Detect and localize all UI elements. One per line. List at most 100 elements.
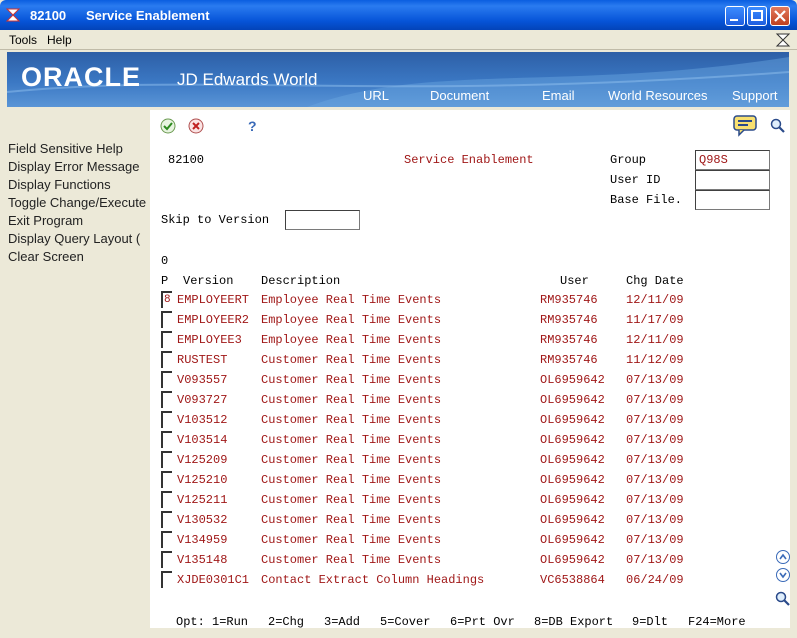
exit-menu: Field Sensitive Help Display Error Messa… xyxy=(0,110,150,638)
check-icon[interactable] xyxy=(160,118,176,134)
row-select-input[interactable] xyxy=(161,551,172,568)
cell-description: Customer Real Time Events xyxy=(261,433,442,447)
chat-icon[interactable] xyxy=(733,115,757,137)
row-select-input[interactable] xyxy=(161,471,172,488)
basefile-input[interactable] xyxy=(695,190,770,210)
table-row[interactable]: V130532 Customer Real Time Events OL6959… xyxy=(150,510,790,530)
cell-chg-date: 07/13/09 xyxy=(626,413,684,427)
nav-support[interactable]: Support xyxy=(732,88,778,103)
cell-user: RM935746 xyxy=(540,333,598,347)
cell-chg-date: 07/13/09 xyxy=(626,473,684,487)
option-field[interactable]: 0 xyxy=(161,254,168,268)
exit-display-functions[interactable]: Display Functions xyxy=(8,177,150,192)
cell-user: OL6959642 xyxy=(540,533,605,547)
svg-text:?: ? xyxy=(248,118,257,134)
table-row[interactable]: V103512 Customer Real Time Events OL6959… xyxy=(150,410,790,430)
help-icon[interactable]: ? xyxy=(244,118,260,134)
scroll-up-icon[interactable] xyxy=(775,549,791,565)
skip-to-version-label: Skip to Version xyxy=(161,213,270,227)
table-row[interactable]: 8 EMPLOYEERT Employee Real Time Events R… xyxy=(150,290,790,310)
group-label: Group xyxy=(610,153,647,167)
table-row[interactable]: V093727 Customer Real Time Events OL6959… xyxy=(150,390,790,410)
minimize-button[interactable] xyxy=(725,6,745,26)
table-row[interactable]: EMPLOYEE3 Employee Real Time Events RM93… xyxy=(150,330,790,350)
cell-version: RUSTEST xyxy=(177,353,228,367)
basefile-label: Base File. xyxy=(610,193,683,207)
cell-chg-date: 07/13/09 xyxy=(626,433,684,447)
cell-version: V134959 xyxy=(177,533,228,547)
cancel-icon[interactable] xyxy=(188,118,204,134)
table-row[interactable]: V135148 Customer Real Time Events OL6959… xyxy=(150,550,790,570)
table-row[interactable]: V103514 Customer Real Time Events OL6959… xyxy=(150,430,790,450)
skip-to-version-input[interactable] xyxy=(285,210,360,230)
app-icon[interactable] xyxy=(5,7,21,23)
cell-chg-date: 07/13/09 xyxy=(626,373,684,387)
cell-description: Employee Real Time Events xyxy=(261,333,442,347)
table-row[interactable]: V125211 Customer Real Time Events OL6959… xyxy=(150,490,790,510)
nav-email[interactable]: Email xyxy=(542,88,575,103)
nav-url[interactable]: URL xyxy=(363,88,389,103)
cell-description: Customer Real Time Events xyxy=(261,453,442,467)
cell-description: Customer Real Time Events xyxy=(261,353,442,367)
exit-toggle-change-execute[interactable]: Toggle Change/Execute xyxy=(8,195,150,210)
table-row[interactable]: V125210 Customer Real Time Events OL6959… xyxy=(150,470,790,490)
menu-help[interactable]: Help xyxy=(47,33,72,47)
exit-display-error-message[interactable]: Display Error Message xyxy=(8,159,150,174)
cell-chg-date: 07/13/09 xyxy=(626,453,684,467)
menu-tools[interactable]: Tools xyxy=(9,33,37,47)
jde-logo-icon[interactable] xyxy=(775,32,791,48)
cell-user: OL6959642 xyxy=(540,553,605,567)
row-select-input[interactable] xyxy=(161,571,172,588)
row-select-input[interactable]: 8 xyxy=(161,291,172,308)
cell-user: OL6959642 xyxy=(540,513,605,527)
form-title: Service Enablement xyxy=(404,153,534,167)
cell-description: Customer Real Time Events xyxy=(261,493,442,507)
cell-version: V093727 xyxy=(177,393,228,407)
row-select-input[interactable] xyxy=(161,511,172,528)
cell-version: V093557 xyxy=(177,373,228,387)
nav-document[interactable]: Document xyxy=(430,88,489,103)
maximize-icon xyxy=(751,10,763,21)
status-bar xyxy=(150,628,790,638)
nav-world-resources[interactable]: World Resources xyxy=(608,88,707,103)
oracle-banner: ORACLE JD Edwards World URL Document Ema… xyxy=(7,52,789,107)
cell-version: XJDE0301C1 xyxy=(177,573,250,587)
row-select-input[interactable] xyxy=(161,451,172,468)
exit-display-query-layout[interactable]: Display Query Layout ( xyxy=(8,231,150,246)
row-select-input[interactable] xyxy=(161,431,172,448)
exit-clear-screen[interactable]: Clear Screen xyxy=(8,249,150,264)
table-row[interactable]: RUSTEST Customer Real Time Events RM9357… xyxy=(150,350,790,370)
search-icon[interactable] xyxy=(775,591,791,607)
cell-description: Employee Real Time Events xyxy=(261,313,442,327)
row-select-input[interactable] xyxy=(161,311,172,328)
userid-input[interactable] xyxy=(695,170,770,190)
row-select-input[interactable] xyxy=(161,371,172,388)
option-db-export: 8=DB Export xyxy=(534,615,614,629)
table-row[interactable]: V125209 Customer Real Time Events OL6959… xyxy=(150,450,790,470)
cell-chg-date: 11/17/09 xyxy=(626,313,684,327)
row-select-input[interactable] xyxy=(161,491,172,508)
row-select-input[interactable] xyxy=(161,531,172,548)
exit-field-sensitive-help[interactable]: Field Sensitive Help xyxy=(8,141,150,156)
group-input[interactable]: Q98S xyxy=(695,150,770,170)
cell-version: V125210 xyxy=(177,473,228,487)
option-add: 3=Add xyxy=(324,615,361,629)
magnifier-icon[interactable] xyxy=(770,118,786,134)
table-row[interactable]: V134959 Customer Real Time Events OL6959… xyxy=(150,530,790,550)
cell-chg-date: 12/11/09 xyxy=(626,333,684,347)
maximize-button[interactable] xyxy=(747,6,767,26)
row-select-input[interactable] xyxy=(161,331,172,348)
option-chg: 2=Chg xyxy=(268,615,305,629)
row-select-input[interactable] xyxy=(161,391,172,408)
table-row[interactable]: V093557 Customer Real Time Events OL6959… xyxy=(150,370,790,390)
exit-exit-program[interactable]: Exit Program xyxy=(8,213,150,228)
close-button[interactable] xyxy=(770,6,790,26)
userid-label: User ID xyxy=(610,173,661,187)
cell-chg-date: 07/13/09 xyxy=(626,393,684,407)
row-select-input[interactable] xyxy=(161,411,172,428)
table-row[interactable]: XJDE0301C1 Contact Extract Column Headin… xyxy=(150,570,790,590)
row-select-input[interactable] xyxy=(161,351,172,368)
table-row[interactable]: EMPLOYEER2 Employee Real Time Events RM9… xyxy=(150,310,790,330)
cell-version: V130532 xyxy=(177,513,228,527)
scroll-down-icon[interactable] xyxy=(775,567,791,583)
